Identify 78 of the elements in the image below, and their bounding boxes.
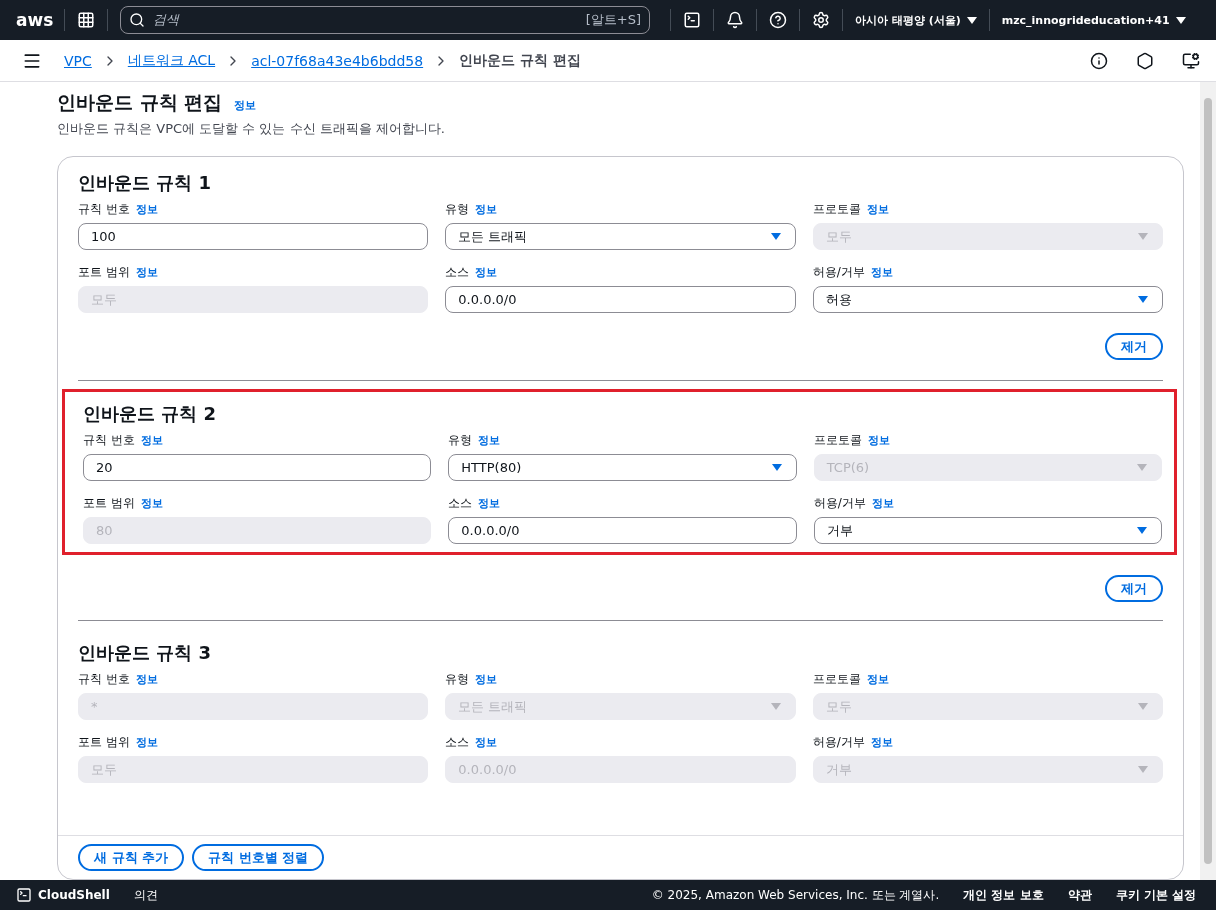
field-label: 포트 범위 [78, 734, 130, 751]
remove-button[interactable]: 제거 [1105, 575, 1163, 602]
field-label: 규칙 번호 [78, 671, 130, 688]
footer-link[interactable]: 약관 [1067, 886, 1092, 904]
caret-icon [770, 703, 781, 710]
info-link[interactable]: 정보 [478, 433, 501, 448]
caret-icon [1138, 233, 1148, 240]
region-menu[interactable]: 아시아 태평양 (서울) [855, 12, 977, 28]
breadcrumb-link[interactable]: acl-07f68a43e4b6bdd58 [251, 52, 424, 69]
caret-icon [1137, 464, 1147, 471]
terminal-icon[interactable] [683, 11, 701, 29]
rule-title: 인바운드 규칙 1 [78, 171, 213, 195]
info-link[interactable]: 정보 [870, 265, 893, 280]
breadcrumb-link[interactable]: VPC [64, 52, 92, 69]
caret-icon [1138, 296, 1148, 303]
caret-icon [1137, 527, 1147, 534]
feedback-link[interactable]: 의견 [133, 886, 158, 904]
info-link[interactable]: 정보 [475, 202, 498, 217]
field-label: 유형 [445, 671, 470, 688]
input-field[interactable]: 0.0.0.0/0 [445, 286, 796, 313]
input-field[interactable]: 20 [83, 454, 432, 481]
search-icon [129, 12, 145, 28]
page-description: 인바운드 규칙은 VPC에 도달할 수 있는 수신 트래픽을 제어합니다. [57, 120, 446, 138]
field-label: 포트 범위 [78, 264, 130, 281]
field-label: 소스 [445, 264, 470, 281]
info-link[interactable]: 정보 [478, 496, 501, 511]
field-label: 허용/거부 [812, 734, 865, 751]
remove-button[interactable]: 제거 [1105, 333, 1163, 360]
info-icon[interactable] [1090, 51, 1108, 70]
scrollbar-thumb[interactable] [1204, 98, 1212, 864]
input-field[interactable]: 100 [78, 223, 429, 250]
field-label: 유형 [448, 432, 473, 449]
info-link[interactable]: 정보 [475, 265, 498, 280]
breadcrumb-current: 인바운드 규칙 편집 [459, 51, 581, 70]
select-field[interactable]: 모든 트래픽 [445, 223, 796, 250]
field-label: 규칙 번호 [83, 432, 135, 449]
select-field[interactable]: 거부 [813, 517, 1162, 544]
settings-icon[interactable] [812, 11, 830, 29]
select-field[interactable]: 허용 [812, 286, 1163, 313]
copyright-text: © 2025, Amazon Web Services, Inc. 또는 계열사. [651, 886, 940, 904]
input-field[interactable]: 0.0.0.0/0 [448, 517, 797, 544]
field-label: 소스 [448, 495, 473, 512]
logo[interactable]: aws [16, 10, 52, 30]
field-label: 소스 [445, 734, 470, 751]
hexagon-icon[interactable] [1136, 51, 1154, 70]
caret-icon [1138, 766, 1148, 773]
field-label: 유형 [445, 201, 470, 218]
rule-title: 인바운드 규칙 3 [78, 641, 213, 665]
search-field[interactable]: 검색 [알트+S] [120, 6, 650, 34]
help-icon[interactable] [769, 11, 787, 29]
footer-link[interactable]: 쿠키 기본 설정 [1115, 886, 1196, 904]
field-label: 규칙 번호 [78, 201, 130, 218]
info-link[interactable]: 정보 [135, 202, 158, 217]
field-label: 프로토콜 [813, 432, 862, 449]
action-button[interactable]: 규칙 번호별 정렬 [192, 844, 325, 871]
monitor-icon[interactable] [1182, 51, 1200, 70]
caret-icon [770, 233, 781, 240]
grid-icon[interactable] [77, 11, 95, 29]
field-label: 허용/거부 [813, 495, 866, 512]
field-label: 허용/거부 [812, 264, 865, 281]
field-label: 프로토콜 [812, 201, 861, 218]
breadcrumb-link[interactable]: 네트워크 ACL [127, 51, 216, 70]
field-label: 프로토콜 [812, 671, 861, 688]
field-label: 포트 범위 [83, 495, 135, 512]
rule-title: 인바운드 규칙 2 [83, 402, 218, 426]
page-title: 인바운드 규칙 편집 [57, 90, 223, 115]
terminal-icon [16, 887, 32, 903]
select-field[interactable]: HTTP(80) [448, 454, 797, 481]
caret-icon [771, 464, 782, 471]
info-link[interactable]: 정보 [871, 496, 894, 511]
cloudshell-link[interactable]: CloudShell [16, 887, 110, 903]
caret-icon [1138, 703, 1148, 710]
account-menu[interactable]: mzc_innogrideducation+41 [1001, 13, 1186, 27]
info-link[interactable]: 정보 [234, 98, 257, 113]
info-link[interactable]: 정보 [140, 433, 163, 448]
bell-icon[interactable] [726, 11, 744, 29]
action-button[interactable]: 새 규칙 추가 [78, 844, 185, 871]
footer-link[interactable]: 개인 정보 보호 [963, 886, 1044, 904]
